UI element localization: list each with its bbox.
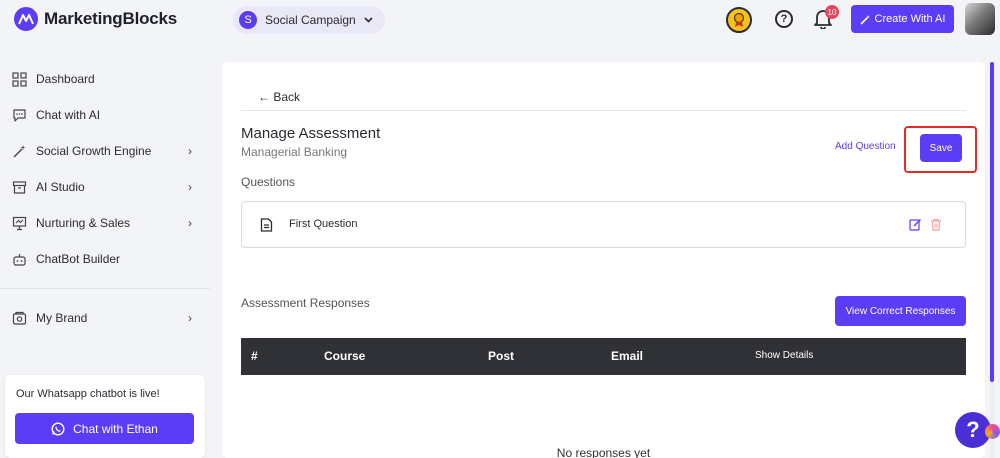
sidebar-item-label: Social Growth Engine — [36, 144, 152, 158]
archive-icon — [12, 180, 27, 194]
assessment-panel: ← Back Manage Assessment Managerial Bank… — [222, 62, 985, 458]
responses-table-header: # Course Post Email Show Details — [241, 338, 966, 375]
column-header-email: Email — [611, 349, 644, 363]
sidebar-item-label: ChatBot Builder — [36, 252, 121, 266]
sidebar-item-label: My Brand — [36, 311, 88, 325]
question-text: First Question — [289, 218, 358, 230]
workspace-avatar: S — [239, 11, 257, 29]
top-bar: MarketingBlocks S Social Campaign ? 10 C… — [0, 0, 1000, 40]
sidebar-item-dashboard[interactable]: Dashboard — [12, 69, 202, 89]
chat-with-ethan-label: Chat with Ethan — [73, 421, 158, 436]
question-item[interactable]: First Question — [241, 201, 966, 248]
header-divider — [241, 110, 966, 111]
empty-responses-text: No responses yet — [556, 446, 651, 458]
award-badge-icon[interactable] — [726, 7, 752, 33]
bot-icon — [13, 253, 26, 266]
chevron-down-icon — [364, 14, 373, 26]
questions-label: Questions — [241, 175, 296, 189]
brand-box-icon — [12, 311, 27, 325]
grid-icon — [12, 71, 27, 87]
sidebar-item-label: Dashboard — [36, 72, 95, 86]
sidebar-divider — [0, 288, 210, 289]
save-button[interactable]: Save — [920, 134, 962, 162]
scrollbar-thumb[interactable] — [990, 62, 994, 382]
sidebar-item-social-growth-engine[interactable]: Social Growth Engine › — [12, 141, 202, 161]
sidebar-item-label: AI Studio — [36, 180, 85, 194]
whatsapp-promo-text: Our Whatsapp chatbot is live! — [16, 388, 160, 400]
logo-mark-icon — [14, 7, 38, 31]
chevron-right-icon: › — [188, 311, 192, 325]
sidebar-item-ai-studio[interactable]: AI Studio › — [12, 177, 202, 197]
document-icon — [260, 218, 273, 232]
page-title: Manage Assessment — [241, 125, 381, 142]
magic-wand-icon — [859, 14, 870, 25]
notifications-button[interactable]: 10 — [813, 5, 839, 33]
ai-brain-icon[interactable] — [985, 424, 1000, 439]
chevron-right-icon: › — [188, 144, 192, 158]
notification-count-badge: 10 — [825, 5, 839, 19]
chat-icon — [13, 108, 26, 122]
create-with-ai-button[interactable]: Create With AI — [851, 5, 954, 33]
chevron-right-icon: › — [188, 180, 192, 194]
page-subtitle: Managerial Banking — [241, 145, 348, 159]
responses-label: Assessment Responses — [241, 296, 370, 310]
logo-text: MarketingBlocks — [44, 9, 178, 28]
add-question-link[interactable]: Add Question — [835, 141, 896, 152]
create-with-ai-label: Create With AI — [874, 13, 946, 25]
chevron-right-icon: › — [188, 216, 192, 230]
sidebar-item-label: Chat with AI — [36, 108, 101, 122]
back-link[interactable]: ← Back — [258, 90, 300, 104]
sidebar-item-label: Nurturing & Sales — [36, 216, 131, 230]
magic-wand-icon — [13, 144, 26, 157]
column-header-post: Post — [488, 349, 515, 363]
sidebar-item-chatbot-builder[interactable]: ChatBot Builder — [12, 249, 202, 269]
view-correct-responses-button[interactable]: View Correct Responses — [835, 296, 966, 326]
column-header-number: # — [251, 349, 258, 363]
sidebar-item-chat-with-ai[interactable]: Chat with AI — [12, 105, 202, 125]
trash-icon[interactable] — [930, 218, 942, 231]
sidebar-item-nurturing-sales[interactable]: Nurturing & Sales › — [12, 213, 202, 233]
presentation-icon — [12, 216, 27, 230]
workspace-switcher[interactable]: S Social Campaign — [233, 6, 385, 34]
column-header-show-details: Show Details — [755, 350, 814, 361]
edit-icon[interactable] — [909, 218, 922, 231]
user-avatar[interactable] — [965, 3, 995, 35]
logo[interactable]: MarketingBlocks — [14, 7, 177, 31]
whatsapp-icon — [51, 421, 65, 436]
sidebar-item-my-brand[interactable]: My Brand › — [12, 308, 202, 328]
column-header-course: Course — [324, 349, 366, 363]
chat-with-ethan-button[interactable]: Chat with Ethan — [15, 413, 194, 444]
help-circle-icon[interactable]: ? — [775, 10, 793, 28]
workspace-name: Social Campaign — [265, 13, 356, 27]
whatsapp-promo-card: Our Whatsapp chatbot is live! Chat with … — [5, 375, 205, 458]
